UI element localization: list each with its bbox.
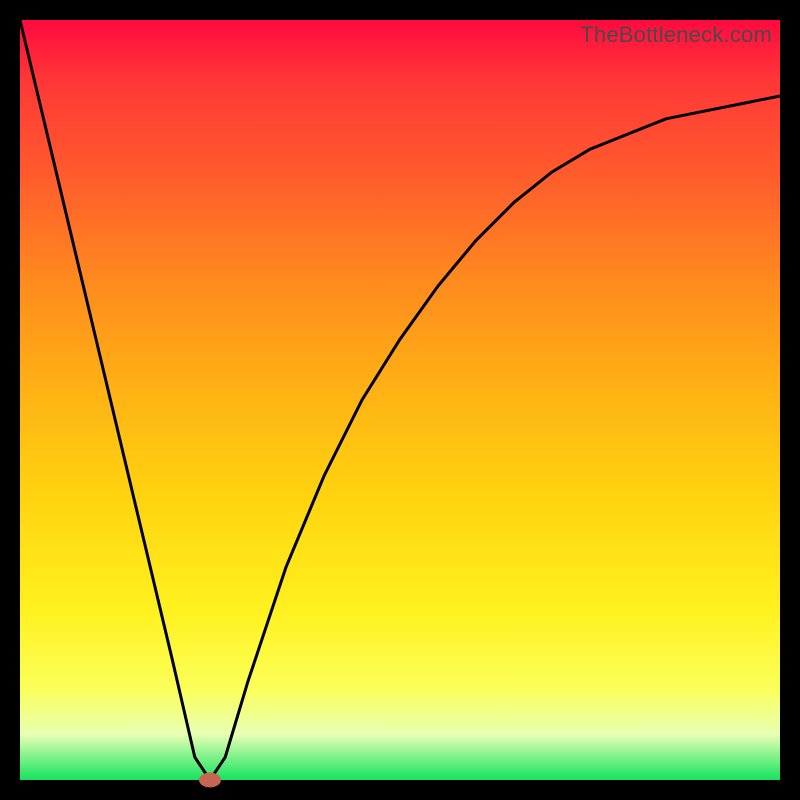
watermark-text: TheBottleneck.com <box>580 22 772 48</box>
chart-frame: TheBottleneck.com <box>20 20 780 780</box>
chart-curve <box>20 20 780 780</box>
bottleneck-curve-path <box>20 20 780 780</box>
optimal-point-marker <box>199 773 221 788</box>
